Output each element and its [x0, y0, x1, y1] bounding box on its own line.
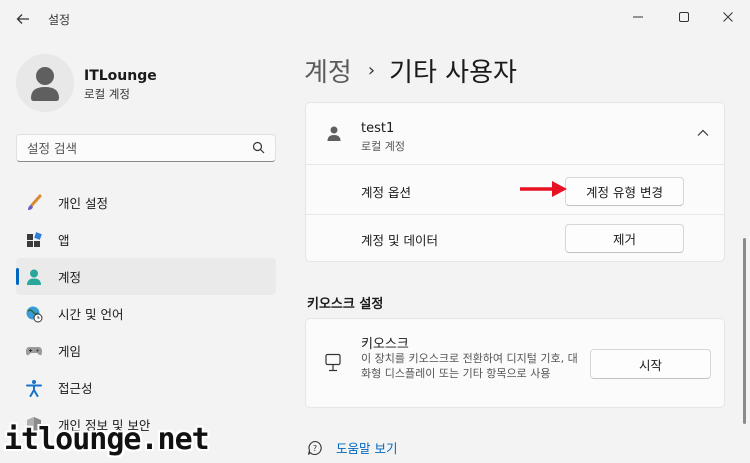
profile-account-type: 로컬 계정 [84, 87, 130, 101]
help-link[interactable]: 도움말 보기 [336, 438, 397, 457]
account-options-row: 계정 옵션 계정 유형 변경 [306, 167, 724, 215]
kiosk-title: 키오스크 [361, 337, 409, 352]
minimize-icon[interactable] [624, 6, 652, 28]
search-input[interactable] [17, 135, 237, 161]
sidebar-item-label: 앱 [58, 233, 70, 248]
sidebar-item-personalization[interactable]: 개인 설정 [16, 184, 276, 221]
svg-text:?: ? [313, 444, 317, 453]
app-title: 설정 [48, 13, 71, 27]
kiosk-icon [324, 353, 342, 373]
breadcrumb: 계정 › 기타 사용자 [304, 52, 517, 89]
user-name: test1 [361, 121, 395, 136]
apps-icon [24, 230, 44, 250]
sidebar-item-label: 시간 및 언어 [58, 307, 124, 322]
breadcrumb-parent[interactable]: 계정 [304, 52, 352, 89]
sidebar-item-gaming[interactable]: 게임 [16, 332, 276, 369]
chevron-up-icon[interactable] [696, 127, 710, 137]
remove-button[interactable]: 제거 [565, 224, 684, 253]
maximize-icon[interactable] [670, 6, 698, 28]
sidebar-item-accounts[interactable]: 계정 [16, 258, 276, 295]
red-arrow-icon [520, 181, 567, 197]
breadcrumb-separator: › [367, 60, 376, 81]
back-arrow-icon[interactable] [12, 8, 34, 30]
sidebar-item-label: 게임 [58, 344, 82, 359]
sidebar-item-apps[interactable]: 앱 [16, 221, 276, 258]
kiosk-section-title: 키오스크 설정 [307, 297, 384, 312]
globe-clock-icon [24, 304, 44, 324]
sidebar-nav: 개인 설정 앱 계정 시간 및 언어 게임 접근성 개인 정보 및 보안 [16, 184, 276, 443]
help-row: ? 도움말 보기 [307, 438, 397, 457]
profile-name: ITLounge [84, 68, 157, 84]
accessibility-icon [24, 378, 44, 398]
kiosk-card: 키오스크 이 장치를 키오스크로 전환하여 디지털 기호, 대화형 디스플레이 … [305, 318, 725, 408]
user-icon [326, 125, 342, 143]
search-box[interactable] [16, 134, 276, 162]
account-options-label: 계정 옵션 [361, 185, 411, 200]
help-icon: ? [307, 440, 323, 456]
brush-icon [24, 193, 44, 213]
search-icon[interactable] [251, 140, 267, 156]
user-card: test1 로컬 계정 계정 옵션 계정 유형 변경 계정 및 데이터 제거 [305, 102, 725, 262]
sidebar-item-label: 접근성 [58, 381, 93, 396]
watermark: itlounge.net [4, 422, 210, 457]
account-data-row: 계정 및 데이터 제거 [306, 215, 724, 263]
account-icon [24, 267, 44, 287]
sidebar-item-label: 개인 설정 [58, 196, 108, 211]
scrollbar[interactable] [743, 238, 746, 424]
sidebar-item-accessibility[interactable]: 접근성 [16, 369, 276, 406]
user-account-type: 로컬 계정 [361, 140, 405, 153]
close-icon[interactable] [714, 6, 742, 28]
sidebar-item-time-language[interactable]: 시간 및 언어 [16, 295, 276, 332]
start-kiosk-button[interactable]: 시작 [590, 349, 711, 379]
user-card-header[interactable]: test1 로컬 계정 [306, 103, 724, 165]
kiosk-description: 이 장치를 키오스크로 전환하여 디지털 기호, 대화형 디스플레이 또는 기타… [361, 352, 578, 380]
avatar[interactable] [16, 54, 74, 112]
sidebar-item-label: 계정 [58, 270, 82, 285]
title-bar: 설정 [0, 0, 750, 36]
change-account-type-button[interactable]: 계정 유형 변경 [565, 177, 684, 206]
page-title: 기타 사용자 [389, 58, 517, 88]
account-data-label: 계정 및 데이터 [361, 233, 438, 248]
gamepad-icon [24, 341, 44, 361]
